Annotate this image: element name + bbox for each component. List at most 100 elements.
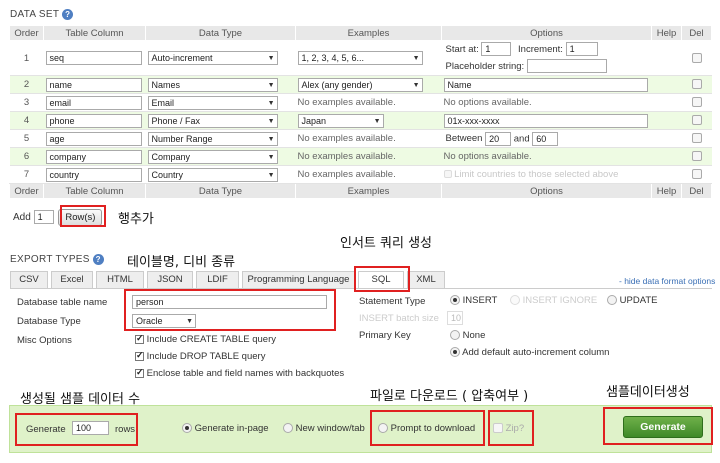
data-type-select[interactable]: Country bbox=[147, 167, 278, 182]
row-order: 5 bbox=[9, 129, 44, 148]
example-text: No examples available. bbox=[295, 147, 442, 166]
col-header: Del bbox=[681, 25, 712, 41]
new-window-radio[interactable] bbox=[283, 423, 293, 434]
insert-radio[interactable] bbox=[450, 295, 460, 306]
misc-option-drop: Include DROP TABLE query bbox=[135, 350, 265, 362]
delete-checkbox[interactable] bbox=[691, 79, 702, 90]
insert-label: INSERT bbox=[462, 295, 498, 306]
tab-csv[interactable]: CSV bbox=[10, 271, 48, 288]
help-icon[interactable]: ? bbox=[92, 254, 104, 265]
tab-ldif[interactable]: LDIF bbox=[196, 271, 239, 288]
delete-checkbox[interactable] bbox=[691, 52, 702, 63]
annotation-box bbox=[603, 407, 713, 445]
drop-table-checkbox[interactable] bbox=[135, 350, 144, 361]
example-select[interactable]: Alex (any gender) bbox=[297, 77, 423, 92]
in-page-radio[interactable] bbox=[182, 423, 192, 434]
pk-none-option: None bbox=[450, 330, 485, 341]
annotation-download: 파일로 다운로드 ( 압축여부 ) bbox=[370, 389, 529, 404]
start-at-input[interactable]: 1 bbox=[481, 42, 512, 57]
data-type-select[interactable]: Company bbox=[147, 149, 278, 164]
annotation-box bbox=[370, 410, 485, 446]
export-title: EXPORT TYPES? bbox=[10, 254, 104, 265]
option-text: No options available. bbox=[441, 93, 652, 112]
delete-checkbox[interactable] bbox=[691, 151, 702, 162]
tab-programming-language[interactable]: Programming Language bbox=[242, 271, 355, 288]
col-footer: Examples bbox=[295, 183, 442, 199]
batch-size-label: INSERT batch size bbox=[359, 313, 439, 324]
annotation-box bbox=[488, 410, 534, 446]
column-name-input[interactable]: seq bbox=[45, 51, 142, 65]
data-type-select[interactable]: Names bbox=[147, 77, 278, 92]
annotation-box bbox=[354, 266, 410, 292]
help-icon[interactable]: ? bbox=[62, 9, 74, 20]
column-name-input[interactable]: name bbox=[45, 77, 142, 92]
pk-auto-label: Add default auto-increment column bbox=[462, 347, 610, 358]
start-at-label: Start at: bbox=[445, 44, 479, 55]
update-radio[interactable] bbox=[607, 295, 617, 306]
pk-auto-radio[interactable] bbox=[450, 347, 460, 358]
table-row: 3 email Email No examples available. No … bbox=[9, 93, 712, 112]
range-to-input[interactable]: 60 bbox=[532, 131, 559, 146]
batch-size-input[interactable]: 10 bbox=[447, 311, 463, 325]
col-header: Help bbox=[651, 25, 682, 41]
column-name-input[interactable]: age bbox=[45, 131, 142, 146]
delete-checkbox[interactable] bbox=[691, 169, 702, 180]
row-order: 1 bbox=[9, 40, 44, 76]
option-input[interactable]: Name bbox=[443, 77, 648, 92]
dataset-title: DATA SET? bbox=[10, 9, 74, 21]
stmt-insert-option: INSERT bbox=[450, 295, 497, 306]
increment-label: Increment: bbox=[518, 44, 563, 55]
insert-ignore-radio[interactable] bbox=[510, 295, 520, 306]
placeholder-label: Placeholder string: bbox=[445, 61, 525, 72]
dataset-table: Order Table Column Data Type Examples Op… bbox=[9, 25, 712, 199]
data-type-select[interactable]: Auto-increment bbox=[147, 51, 278, 65]
range-from-input[interactable]: 20 bbox=[485, 131, 512, 146]
pk-none-radio[interactable] bbox=[450, 330, 460, 341]
data-type-select[interactable]: Phone / Fax bbox=[147, 113, 278, 128]
data-type-select[interactable]: Number Range bbox=[147, 131, 278, 146]
new-window-label: New window/tab bbox=[295, 423, 365, 434]
column-name-input[interactable]: email bbox=[45, 95, 142, 110]
pk-none-label: None bbox=[462, 330, 486, 341]
column-name-input[interactable]: company bbox=[45, 149, 142, 164]
example-select[interactable]: 1, 2, 3, 4, 5, 6... bbox=[297, 51, 423, 65]
backquotes-label: Enclose table and field names with backq… bbox=[146, 368, 345, 379]
delete-checkbox[interactable] bbox=[691, 115, 702, 126]
create-table-checkbox[interactable] bbox=[135, 333, 144, 344]
add-label: Add bbox=[13, 212, 31, 223]
delete-checkbox[interactable] bbox=[691, 97, 702, 108]
hide-options-link[interactable]: - hide data format options bbox=[619, 276, 715, 286]
example-select[interactable]: Japan bbox=[297, 113, 384, 128]
column-name-input[interactable]: country bbox=[45, 167, 142, 182]
column-name-input[interactable]: phone bbox=[45, 113, 142, 128]
add-count-input[interactable]: 1 bbox=[33, 210, 54, 225]
tab-json[interactable]: JSON bbox=[147, 271, 193, 288]
tab-xml[interactable]: XML bbox=[407, 271, 445, 288]
option-text: No options available. bbox=[441, 147, 652, 166]
tab-html[interactable]: HTML bbox=[96, 271, 144, 288]
table-row: 7 country Country No examples available.… bbox=[9, 165, 712, 184]
annotation-insert-query: 인서트 쿼리 생성 bbox=[340, 236, 432, 251]
table-header: Order Table Column Data Type Examples Op… bbox=[9, 25, 712, 41]
misc-option-backquotes: Enclose table and field names with backq… bbox=[135, 367, 345, 379]
primary-key-label: Primary Key bbox=[359, 330, 411, 341]
col-header: Order bbox=[9, 25, 44, 41]
db-type-label: Database Type bbox=[17, 316, 81, 327]
option-input[interactable]: 01x-xxx-xxxx bbox=[443, 113, 648, 128]
insert-ignore-label: INSERT IGNORE bbox=[522, 295, 598, 306]
col-header: Options bbox=[441, 25, 652, 41]
col-footer: Table Column bbox=[43, 183, 146, 199]
in-page-label: Generate in-page bbox=[194, 423, 269, 434]
example-text: No examples available. bbox=[295, 165, 442, 184]
tab-excel[interactable]: Excel bbox=[51, 271, 93, 288]
data-type-select[interactable]: Email bbox=[147, 95, 278, 110]
backquotes-checkbox[interactable] bbox=[135, 367, 144, 378]
placeholder-input[interactable] bbox=[526, 59, 607, 74]
delete-checkbox[interactable] bbox=[691, 133, 702, 144]
increment-input[interactable]: 1 bbox=[565, 42, 598, 57]
dataset-title-text: DATA SET bbox=[10, 9, 60, 21]
table-row: 5 age Number Range No examples available… bbox=[9, 129, 712, 148]
col-header: Examples bbox=[295, 25, 442, 41]
col-footer: Help bbox=[651, 183, 682, 199]
limit-countries-checkbox[interactable] bbox=[443, 170, 452, 179]
